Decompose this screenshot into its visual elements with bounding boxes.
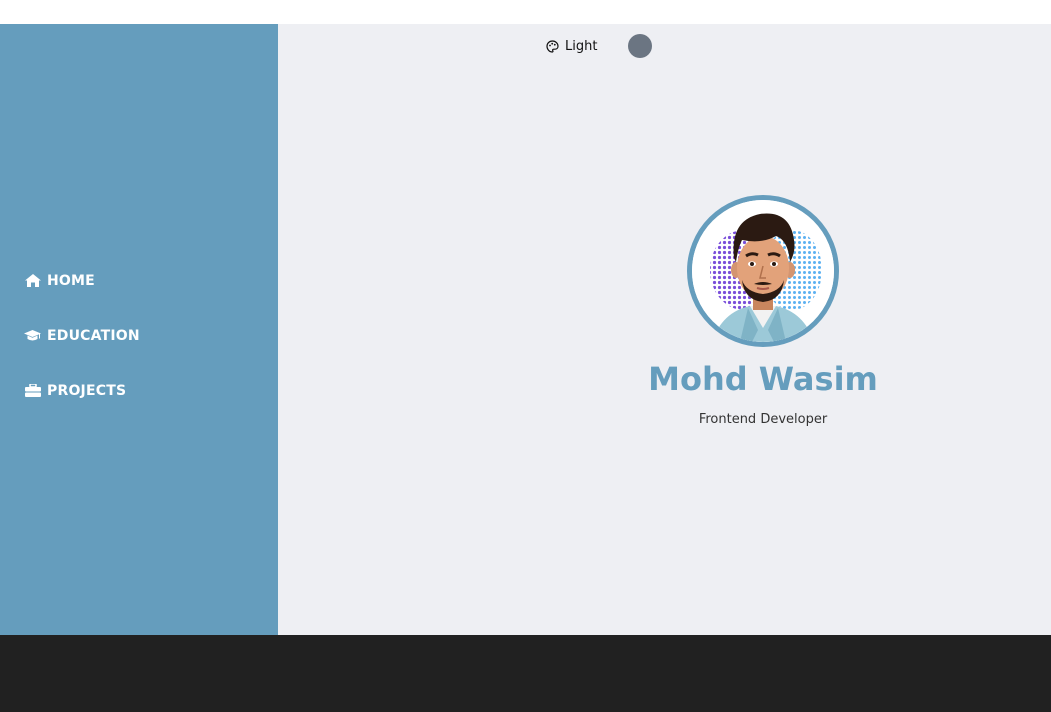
avatar-illustration <box>692 200 834 342</box>
sidebar-item-label: PROJECTS <box>47 382 127 399</box>
sidebar-nav: HOME EDUCATION PROJECTS <box>24 253 140 418</box>
app-shell: HOME EDUCATION PROJECTS Light Mohd Wasim… <box>0 24 1051 635</box>
home-icon <box>24 274 41 288</box>
profile-name: Mohd Wasim <box>648 360 878 398</box>
footer <box>0 635 1051 712</box>
sidebar-item-projects[interactable]: PROJECTS <box>24 363 140 418</box>
palette-icon <box>546 39 559 53</box>
sidebar-item-education[interactable]: EDUCATION <box>24 308 140 363</box>
sidebar-item-home[interactable]: HOME <box>24 253 140 308</box>
avatar <box>687 195 839 347</box>
sidebar-item-label: HOME <box>47 272 95 289</box>
theme-color-dot[interactable] <box>628 34 653 58</box>
theme-toggle[interactable]: Light <box>546 39 597 54</box>
graduation-cap-icon <box>24 329 41 343</box>
theme-label: Light <box>565 38 598 54</box>
theme-bar: Light <box>546 34 653 58</box>
briefcase-icon <box>24 384 41 398</box>
main-content: Light Mohd Wasim Frontend Developer <box>278 24 1051 635</box>
sidebar: HOME EDUCATION PROJECTS <box>0 24 278 635</box>
sidebar-item-label: EDUCATION <box>47 327 140 344</box>
profile-role: Frontend Developer <box>698 412 828 427</box>
profile-card: Mohd Wasim Frontend Developer <box>648 195 878 427</box>
